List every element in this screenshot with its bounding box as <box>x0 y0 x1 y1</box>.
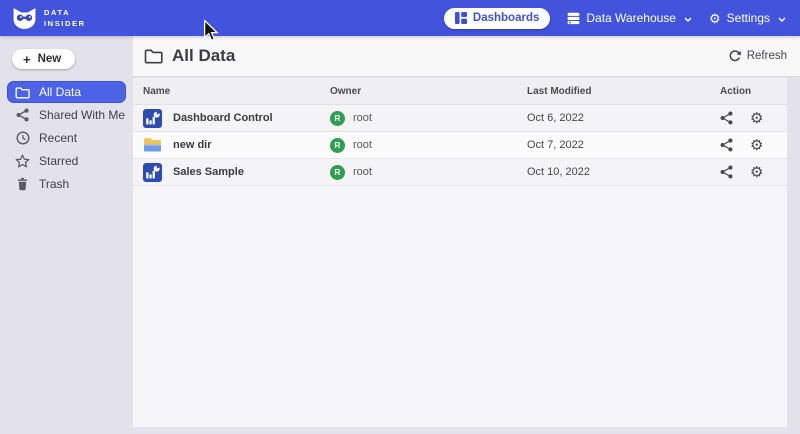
gear-icon[interactable]: ⚙ <box>750 111 763 126</box>
file-name: Dashboard Control <box>173 112 273 124</box>
clock-icon <box>15 131 30 146</box>
dashboard-file-icon <box>143 109 162 128</box>
folder-icon <box>144 48 163 64</box>
last-modified: Oct 7, 2022 <box>527 139 720 151</box>
last-modified: Oct 6, 2022 <box>527 112 720 124</box>
share-icon <box>15 108 30 123</box>
brand-text: DATA INSIDER <box>44 7 86 30</box>
table-row[interactable]: Sales Sample R root Oct 10, 2022 ⚙ <box>133 159 787 186</box>
sidebar: + New All Data <box>0 36 133 434</box>
action-cell: ⚙ <box>720 111 787 126</box>
name-cell: Dashboard Control <box>143 109 330 128</box>
owner-avatar: R <box>330 165 345 180</box>
gear-icon[interactable]: ⚙ <box>750 165 763 180</box>
page-title: All Data <box>172 46 235 66</box>
dashboards-button[interactable]: Dashboards <box>444 8 550 29</box>
action-cell: ⚙ <box>720 138 787 153</box>
share-icon[interactable] <box>720 111 733 125</box>
owner-cell: R root <box>330 111 527 126</box>
column-header-action: Action <box>720 86 787 97</box>
refresh-button[interactable]: Refresh <box>729 50 787 62</box>
data-warehouse-menu[interactable]: Data Warehouse <box>567 11 692 25</box>
name-cell: Sales Sample <box>143 163 330 182</box>
sidebar-item-starred[interactable]: Starred <box>7 150 126 172</box>
owner-name: root <box>353 112 372 124</box>
sidebar-item-all-data[interactable]: All Data <box>7 81 126 103</box>
sidebar-item-label: Shared With Me <box>39 108 125 122</box>
share-icon[interactable] <box>720 165 733 179</box>
gear-icon[interactable]: ⚙ <box>750 138 763 153</box>
refresh-icon <box>729 50 741 62</box>
sidebar-item-trash[interactable]: Trash <box>7 173 126 195</box>
action-cell: ⚙ <box>720 165 787 180</box>
sidebar-item-label: Starred <box>39 154 78 168</box>
star-icon <box>15 154 30 169</box>
column-header-owner: Owner <box>330 86 527 97</box>
name-cell: new dir <box>143 136 330 155</box>
column-header-name: Name <box>143 86 330 97</box>
dashboards-label: Dashboards <box>473 12 539 24</box>
owner-avatar: R <box>330 111 345 126</box>
sidebar-item-shared-with-me[interactable]: Shared With Me <box>7 104 126 126</box>
owl-logo-icon <box>12 7 37 30</box>
table-row[interactable]: new dir R root Oct 7, 2022 ⚙ <box>133 132 787 159</box>
settings-label: Settings <box>727 11 770 25</box>
owner-name: root <box>353 139 372 151</box>
last-modified: Oct 10, 2022 <box>527 166 720 178</box>
sidebar-item-label: Trash <box>39 177 69 191</box>
owner-avatar: R <box>330 138 345 153</box>
dashboard-file-icon <box>143 163 162 182</box>
chevron-down-icon <box>778 11 786 25</box>
chevron-down-icon <box>684 11 692 25</box>
content-header: All Data Refresh <box>133 36 800 77</box>
settings-menu[interactable]: ⚙ Settings <box>709 11 786 25</box>
plus-icon: + <box>23 53 31 66</box>
new-button-label: New <box>38 53 62 65</box>
new-button[interactable]: + New <box>12 49 75 69</box>
files-table: Name Owner Last Modified Action <box>133 78 787 427</box>
refresh-label: Refresh <box>747 50 787 62</box>
sidebar-item-label: Recent <box>39 131 77 145</box>
owner-cell: R root <box>330 138 527 153</box>
owner-cell: R root <box>330 165 527 180</box>
data-warehouse-label: Data Warehouse <box>586 11 676 25</box>
main-content: All Data Refresh Name Owner Last Modifie… <box>133 36 800 434</box>
file-name: new dir <box>173 139 212 151</box>
column-header-last-modified: Last Modified <box>527 86 720 97</box>
gear-icon: ⚙ <box>709 12 721 25</box>
file-name: Sales Sample <box>173 166 244 178</box>
table-body: Dashboard Control R root Oct 6, 2022 ⚙ <box>133 105 787 186</box>
owner-name: root <box>353 166 372 178</box>
app-logo[interactable]: DATA INSIDER <box>12 7 86 30</box>
dashboards-grid-icon <box>455 12 467 24</box>
sidebar-nav: All Data Shared With Me <box>0 81 133 195</box>
folder-icon <box>15 85 30 100</box>
folder-file-icon <box>143 136 162 155</box>
table-header-row: Name Owner Last Modified Action <box>133 78 787 105</box>
database-icon <box>567 12 580 25</box>
sidebar-item-label: All Data <box>39 85 81 99</box>
table-row[interactable]: Dashboard Control R root Oct 6, 2022 ⚙ <box>133 105 787 132</box>
share-icon[interactable] <box>720 138 733 152</box>
sidebar-item-recent[interactable]: Recent <box>7 127 126 149</box>
top-navbar: DATA INSIDER Dashboards <box>0 0 800 36</box>
trash-icon <box>15 177 30 192</box>
